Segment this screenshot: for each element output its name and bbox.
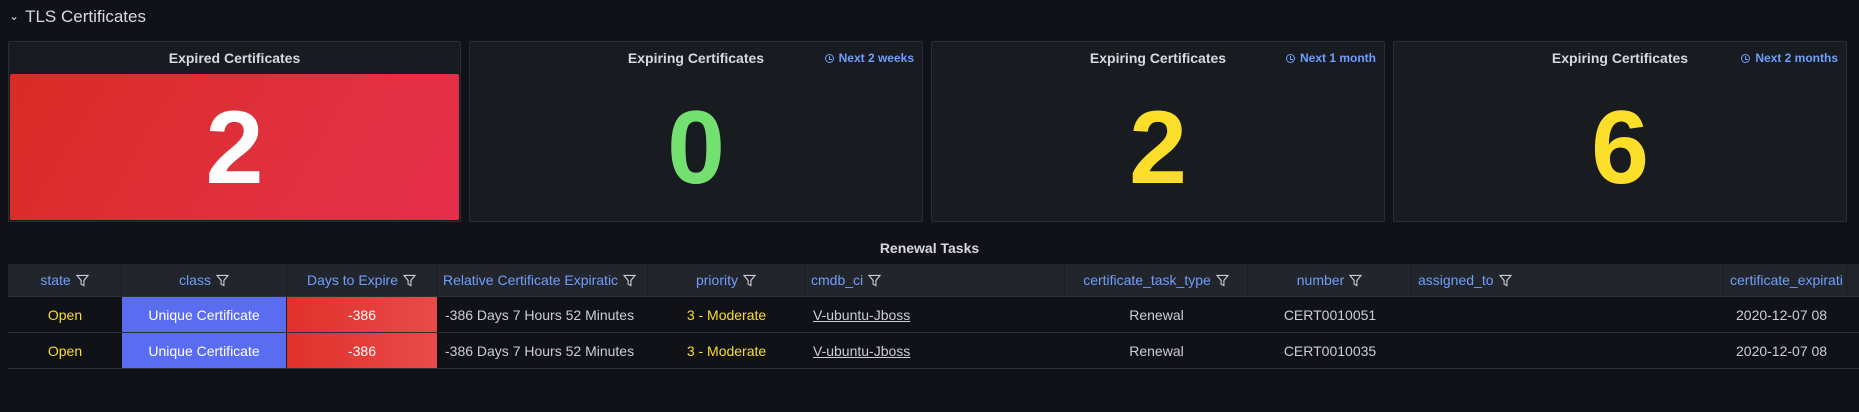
cell-relative-expiration: -386 Days 7 Hours 52 Minutes	[445, 342, 635, 359]
panel-title: Expired Certificates	[168, 50, 301, 66]
column-header-certificate-task-type[interactable]: certificate_task_type	[1065, 264, 1248, 296]
table-row: Open Unique Certificate -386 -386 Days 7…	[8, 297, 1859, 333]
panel-expiring-2-weeks[interactable]: Expiring Certificates Next 2 weeks 0	[469, 41, 923, 222]
filter-icon[interactable]	[1349, 274, 1363, 287]
column-header-relative-expiration[interactable]: Relative Certificate Expiratic	[437, 264, 648, 296]
time-range-badge[interactable]: Next 2 weeks	[824, 51, 914, 65]
table-row: Open Unique Certificate -386 -386 Days 7…	[8, 333, 1859, 369]
cell-days-to-expire: -386	[287, 297, 437, 332]
column-header-priority[interactable]: priority	[648, 264, 805, 296]
table-header: state class Days to Expire Relative Cert…	[8, 264, 1859, 297]
column-header-class[interactable]: class	[122, 264, 287, 296]
filter-icon[interactable]	[1498, 274, 1512, 287]
renewal-tasks-table: state class Days to Expire Relative Cert…	[8, 264, 1859, 369]
filter-icon[interactable]	[623, 274, 637, 287]
column-header-days-to-expire[interactable]: Days to Expire	[287, 264, 437, 296]
cell-priority: 3 - Moderate	[686, 306, 767, 323]
filter-icon[interactable]	[403, 274, 417, 287]
cell-assigned-to	[1412, 333, 1724, 368]
cell-state: Open	[47, 342, 83, 359]
clock-icon	[1741, 53, 1751, 63]
time-range-badge[interactable]: Next 2 months	[1741, 51, 1838, 65]
column-header-assigned-to[interactable]: assigned_to	[1412, 264, 1724, 296]
time-range-label: Next 2 weeks	[838, 51, 914, 65]
time-range-label: Next 2 months	[1755, 51, 1838, 65]
time-range-label: Next 1 month	[1299, 51, 1376, 65]
filter-icon[interactable]	[75, 274, 89, 287]
stat-value: 2	[1129, 89, 1187, 206]
cell-state: Open	[47, 306, 83, 323]
column-header-number[interactable]: number	[1248, 264, 1412, 296]
cell-days-to-expire: -386	[287, 333, 437, 368]
cell-certificate-expiration: 2020-12-07 08	[1736, 306, 1828, 323]
cell-cmdb-ci: V-ubuntu-Jboss	[805, 297, 1065, 332]
time-range-badge[interactable]: Next 1 month	[1285, 51, 1376, 65]
row-header-tls-certificates[interactable]: ⌄ TLS Certificates	[0, 0, 609, 34]
clock-icon	[1285, 53, 1295, 63]
chevron-down-icon: ⌄	[9, 9, 20, 23]
cmdb-ci-link[interactable]: V-ubuntu-Jboss	[813, 307, 910, 323]
panel-expiring-1-month[interactable]: Expiring Certificates Next 1 month 2	[931, 41, 1385, 222]
cell-cmdb-ci: V-ubuntu-Jboss	[805, 333, 1065, 368]
cell-relative-expiration: -386 Days 7 Hours 52 Minutes	[445, 306, 635, 323]
cell-assigned-to	[1412, 297, 1724, 332]
filter-icon[interactable]	[215, 274, 229, 287]
column-header-state[interactable]: state	[8, 264, 122, 296]
table-title: Renewal Tasks	[879, 240, 980, 256]
cell-class: Unique Certificate	[122, 333, 287, 368]
cell-task-type: Renewal	[1129, 342, 1184, 359]
cell-task-type: Renewal	[1129, 306, 1184, 323]
cell-number: CERT0010051	[1283, 306, 1377, 323]
cmdb-ci-link[interactable]: V-ubuntu-Jboss	[813, 343, 910, 359]
cell-number: CERT0010035	[1283, 342, 1377, 359]
filter-icon[interactable]	[743, 274, 756, 287]
panel-expiring-2-months[interactable]: Expiring Certificates Next 2 months 6	[1393, 41, 1847, 222]
cell-priority: 3 - Moderate	[686, 342, 767, 359]
clock-icon	[824, 53, 834, 63]
column-header-cmdb-ci[interactable]: cmdb_ci	[805, 264, 1065, 296]
stat-value: 0	[667, 89, 725, 206]
cell-certificate-expiration: 2020-12-07 08	[1736, 342, 1828, 359]
row-title: TLS Certificates	[25, 7, 146, 26]
cell-class: Unique Certificate	[122, 297, 287, 332]
filter-icon[interactable]	[1215, 274, 1229, 287]
column-header-certificate-expiration[interactable]: certificate_expirati	[1724, 264, 1847, 296]
panel-expired-certificates[interactable]: Expired Certificates 2	[8, 41, 461, 222]
filter-icon[interactable]	[868, 274, 882, 287]
stat-value: 6	[1591, 89, 1649, 206]
stat-value: 2	[205, 89, 264, 206]
